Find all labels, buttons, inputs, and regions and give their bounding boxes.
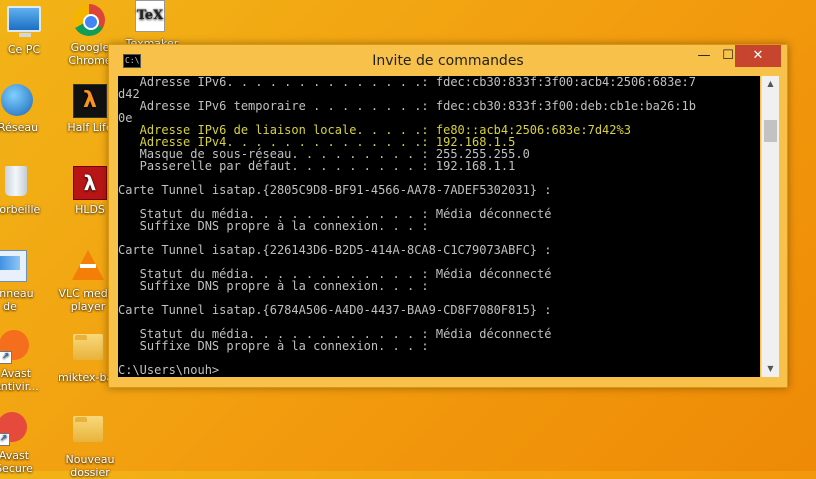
console-line: Suffixe DNS propre à la connexion. . . : bbox=[118, 279, 429, 293]
console-line: Carte Tunnel isatap.{2805C9D8-BF91-4566-… bbox=[118, 183, 552, 197]
desktop-icon-label: Avast Secure Browser bbox=[0, 449, 33, 475]
console-line: Adresse IPv6 temporaire . . . . . . . .:… bbox=[118, 99, 696, 113]
console-line: Carte Tunnel isatap.{6784A506-A4D0-4437-… bbox=[118, 303, 552, 317]
scroll-thumb[interactable] bbox=[764, 120, 777, 142]
desktop-icon-recycle-bin[interactable]: Corbeille bbox=[0, 166, 48, 216]
close-button[interactable]: ✕ bbox=[735, 45, 781, 67]
recycle-bin-icon bbox=[0, 166, 33, 200]
desktop-icon-label: Panneau de configurat... bbox=[0, 287, 34, 313]
vlc-icon bbox=[71, 250, 105, 284]
window-title: Invite de commandes bbox=[372, 53, 524, 69]
desktop-icon-label: Ce PC bbox=[7, 43, 41, 56]
avast-icon: ↗ bbox=[0, 330, 33, 364]
avast-browser-icon: ↗ bbox=[0, 412, 31, 446]
desktop-icon-label: Nouveau dossier bbox=[65, 453, 115, 479]
scroll-up-icon[interactable]: ▲ bbox=[762, 76, 779, 92]
computer-icon bbox=[7, 6, 41, 40]
chrome-icon bbox=[73, 4, 107, 38]
hlds-icon: λ bbox=[73, 166, 107, 200]
console-line: Suffixe DNS propre à la connexion. . . : bbox=[118, 219, 429, 233]
desktop-icon-new-folder[interactable]: Nouveau dossier bbox=[58, 412, 122, 479]
desktop-icon-control-panel[interactable]: Panneau de configurat... bbox=[0, 250, 42, 313]
desktop-icon-network[interactable]: Réseau bbox=[0, 84, 50, 134]
desktop-icon-this-pc[interactable]: Ce PC bbox=[0, 4, 56, 56]
console-line: Adresse IPv6. . . . . . . . . . . . . .:… bbox=[118, 76, 696, 89]
texmaker-icon: TeX bbox=[135, 0, 169, 34]
network-icon bbox=[1, 84, 35, 118]
folder-icon bbox=[73, 416, 107, 450]
console-line: C:\Users\nouh> bbox=[118, 363, 220, 377]
desktop-icon-label: Réseau bbox=[0, 121, 39, 134]
desktop-icon-avast-browser[interactable]: ↗ Avast Secure Browser bbox=[0, 412, 46, 475]
desktop-icon-texmaker[interactable]: TeX Texmaker bbox=[120, 0, 184, 50]
title-bar[interactable]: C:\ Invite de commandes — ☐ ✕ bbox=[109, 45, 787, 77]
console-line: Passerelle par défaut. . . . . . . . . :… bbox=[118, 159, 516, 173]
scroll-down-icon[interactable]: ▼ bbox=[762, 361, 779, 377]
vertical-scrollbar[interactable]: ▲ ▼ bbox=[761, 76, 779, 377]
shortcut-arrow-icon: ↗ bbox=[0, 351, 12, 364]
control-panel-icon bbox=[0, 250, 27, 284]
shortcut-arrow-icon: ↗ bbox=[0, 433, 10, 446]
console-line: Carte Tunnel isatap.{226143D6-B2D5-414A-… bbox=[118, 243, 552, 257]
desktop-icon-label: Corbeille bbox=[0, 203, 41, 216]
console-output[interactable]: Adresse IPv6. . . . . . . . . . . . . .:… bbox=[118, 76, 760, 377]
half-life-icon: λ bbox=[73, 84, 107, 118]
desktop-icon-avast[interactable]: ↗ Avast Antivir... bbox=[0, 330, 48, 393]
console-line: Suffixe DNS propre à la connexion. . . : bbox=[118, 339, 429, 353]
desktop-icon-label: Avast Antivir... bbox=[0, 367, 39, 393]
command-prompt-window[interactable]: C:\ Invite de commandes — ☐ ✕ Adresse IP… bbox=[108, 44, 788, 388]
folder-icon bbox=[73, 334, 107, 368]
